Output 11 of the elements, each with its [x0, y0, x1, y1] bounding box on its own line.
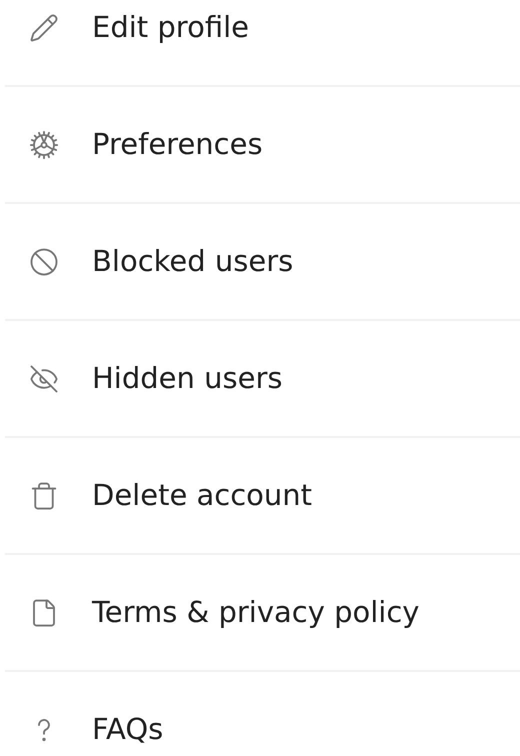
menu-item[interactable]: Terms & privacy policy [92, 590, 420, 634]
menu-item[interactable]: Preferences [92, 122, 263, 166]
eye-off-icon [28, 364, 58, 394]
menu-item[interactable]: Edit profile [92, 6, 249, 50]
ban-icon [28, 246, 58, 276]
pencil-icon [28, 12, 58, 42]
menu-item[interactable]: Delete account [92, 474, 312, 518]
gear-icon [28, 130, 58, 160]
menu-item[interactable]: FAQs [92, 708, 164, 752]
menu-item[interactable]: Blocked users [92, 240, 294, 284]
menu-item[interactable]: Hidden users [92, 356, 282, 400]
